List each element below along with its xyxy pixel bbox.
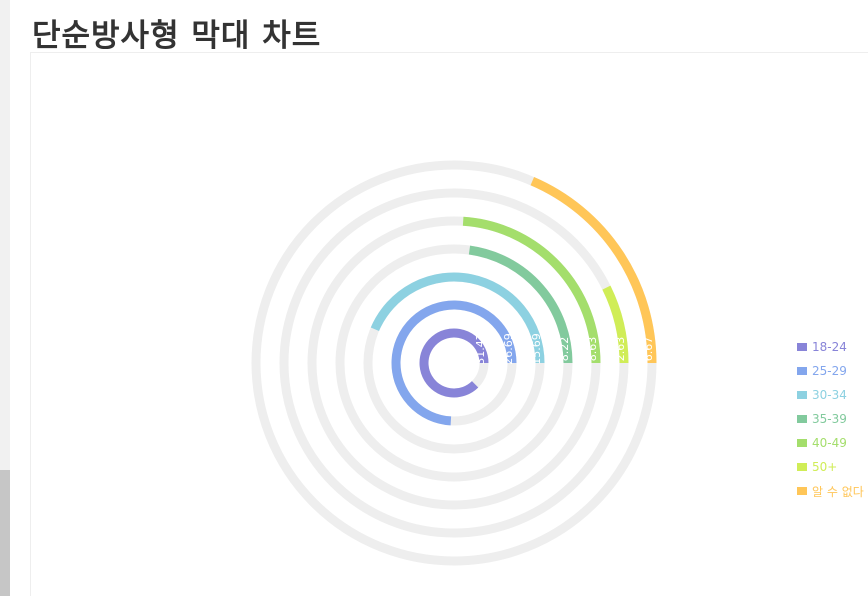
- legend-item-40-49[interactable]: 40-49: [797, 431, 864, 455]
- legend-item-35-39[interactable]: 35-39: [797, 407, 864, 431]
- value-label-40-49: 8.63: [586, 337, 599, 362]
- legend-label: 35-39: [812, 412, 847, 426]
- radial-bar-chart: 31.47 26.69 15.69 8.22 8.63 2.63 6.67: [251, 160, 657, 566]
- left-scrollbar-thumb[interactable]: [0, 470, 10, 596]
- value-label-18-24: 31.47: [474, 333, 487, 365]
- page: 단순방사형 막대 차트 31.47 26.69 15.69 8.22 8.63 2.63 6…: [0, 0, 868, 596]
- value-label-unknown: 6.67: [642, 337, 655, 362]
- value-label-30-34: 15.69: [530, 333, 543, 365]
- legend-item-18-24[interactable]: 18-24: [797, 335, 864, 359]
- chart-legend: 18-24 25-29 30-34 35-39 40-49 50+ 알 수 없다: [797, 335, 864, 503]
- ring-track-50: [279, 188, 629, 538]
- legend-item-unknown[interactable]: 알 수 없다: [797, 479, 864, 503]
- page-title: 단순방사형 막대 차트: [32, 18, 322, 54]
- legend-swatch: [797, 343, 807, 351]
- legend-swatch: [797, 367, 807, 375]
- legend-label: 25-29: [812, 364, 847, 378]
- value-label-50: 2.63: [614, 337, 627, 362]
- legend-item-30-34[interactable]: 30-34: [797, 383, 864, 407]
- legend-swatch: [797, 463, 807, 471]
- left-scrollbar-track[interactable]: [0, 0, 10, 596]
- legend-label: 18-24: [812, 340, 847, 354]
- legend-label: 50+: [812, 460, 838, 474]
- legend-swatch: [797, 487, 807, 495]
- chart-panel: 31.47 26.69 15.69 8.22 8.63 2.63 6.67 18-24 25-…: [30, 52, 868, 596]
- legend-swatch: [797, 439, 807, 447]
- legend-item-50[interactable]: 50+: [797, 455, 864, 479]
- legend-swatch: [797, 391, 807, 399]
- legend-label: 알 수 없다: [812, 484, 864, 499]
- value-label-35-39: 8.22: [558, 337, 571, 362]
- legend-swatch: [797, 415, 807, 423]
- legend-label: 30-34: [812, 388, 847, 402]
- value-label-25-29: 26.69: [502, 333, 515, 365]
- legend-label: 40-49: [812, 436, 847, 450]
- legend-item-25-29[interactable]: 25-29: [797, 359, 864, 383]
